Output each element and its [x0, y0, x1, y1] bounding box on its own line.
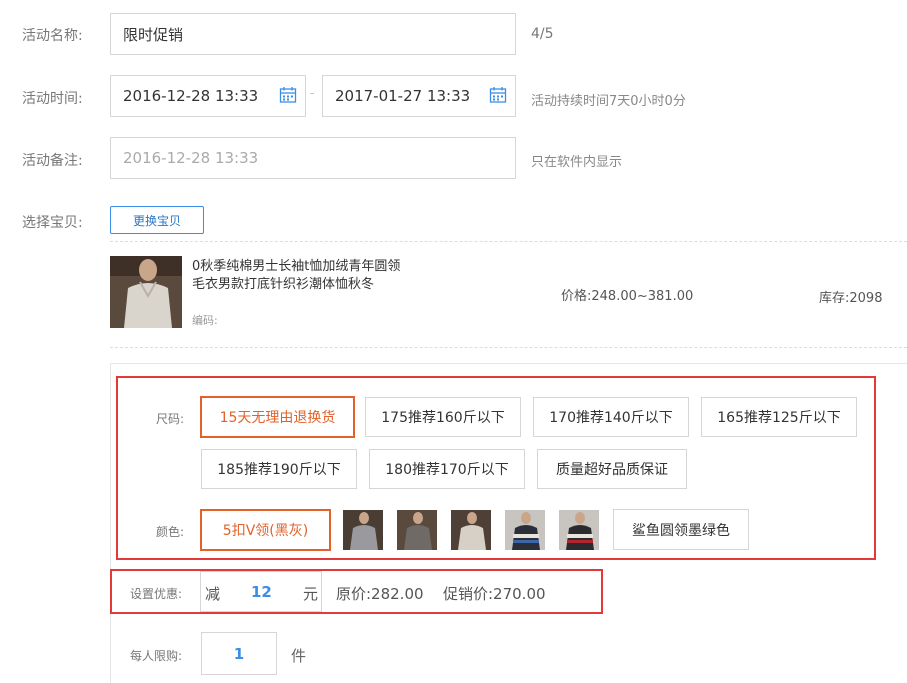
discount-label: 设置优惠: [130, 587, 183, 601]
activity-time-label: 活动时间: [22, 91, 83, 107]
activity-note-label: 活动备注: [22, 153, 83, 169]
product-price: 价格:248.00~381.00 [561, 289, 694, 304]
discount-unit: 元 [303, 585, 319, 603]
swatch-image [559, 510, 599, 550]
activity-name-label: 活动名称: [22, 28, 83, 44]
change-item-button[interactable]: 更换宝贝 [110, 206, 204, 234]
start-time-value: 2016-12-28 13:33 [123, 87, 259, 105]
size-label: 尺码: [156, 412, 185, 426]
activity-note-input[interactable]: 2016-12-28 13:33 [110, 137, 516, 179]
original-price: 原价:282.00 [336, 585, 424, 603]
limit-value: 1 [233, 644, 245, 663]
color-option-shark-green[interactable]: 鲨鱼圆领墨绿色 [613, 509, 749, 550]
activity-note-placeholder: 2016-12-28 13:33 [123, 149, 259, 167]
color-swatch-striped-blue[interactable] [505, 510, 545, 550]
activity-name-input[interactable]: 限时促销 [110, 13, 516, 55]
product-title-line1: 0秋季纯棉男士长袖t恤加绒青年圆领 [192, 259, 401, 274]
color-swatch-striped-red[interactable] [559, 510, 599, 550]
color-swatch-dark-grey-sweater[interactable] [397, 510, 437, 550]
discount-amount: 12 [251, 583, 272, 601]
calendar-icon[interactable] [279, 86, 297, 104]
color-swatch-grey-sweater[interactable] [343, 510, 383, 550]
product-image-sweater [110, 256, 182, 328]
divider [110, 347, 907, 348]
activity-name-value: 限时促销 [123, 25, 184, 44]
swatch-image [343, 510, 383, 550]
discount-minus-text: 减 [205, 585, 221, 603]
color-label: 颜色: [156, 525, 185, 539]
swatch-image [505, 510, 545, 550]
swatch-image [451, 510, 491, 550]
choose-item-label: 选择宝贝: [22, 215, 83, 231]
color-option-v-neck-black-grey[interactable]: 5扣V领(黑灰) [200, 509, 331, 551]
calendar-icon[interactable] [489, 86, 507, 104]
promo-price: 促销价:270.00 [443, 585, 546, 603]
start-time-input[interactable]: 2016-12-28 13:33 [110, 75, 306, 117]
product-title-line2: 毛衣男款打底针织衫潮体恤秋冬 [192, 277, 375, 292]
limit-input[interactable]: 1 [201, 632, 277, 675]
size-option-quality[interactable]: 质量超好品质保证 [537, 449, 687, 489]
swatch-image [397, 510, 437, 550]
color-swatch-light-sweater[interactable] [451, 510, 491, 550]
product-title[interactable]: 0秋季纯棉男士长袖t恤加绒青年圆领 毛衣男款打底针织衫潮体恤秋冬 [192, 258, 400, 294]
product-code-label: 编码: [192, 314, 218, 327]
product-stock: 库存:2098 [819, 291, 883, 306]
name-char-count: 4/5 [531, 26, 554, 42]
divider [110, 241, 907, 242]
limit-label: 每人限购: [130, 649, 183, 663]
size-option-15day-return[interactable]: 15天无理由退换货 [200, 396, 355, 438]
size-option-165[interactable]: 165推荐125斤以下 [701, 397, 857, 437]
discount-input[interactable]: 减 12 元 [200, 571, 322, 612]
size-option-175[interactable]: 175推荐160斤以下 [365, 397, 521, 437]
product-image[interactable] [110, 256, 182, 328]
limit-unit: 件 [291, 647, 307, 665]
size-option-170[interactable]: 170推荐140斤以下 [533, 397, 689, 437]
size-option-185[interactable]: 185推荐190斤以下 [201, 449, 357, 489]
end-time-value: 2017-01-27 13:33 [335, 87, 471, 105]
note-hint: 只在软件内显示 [531, 155, 623, 170]
size-option-180[interactable]: 180推荐170斤以下 [369, 449, 525, 489]
time-separator: - [310, 86, 315, 100]
duration-hint: 活动持续时间7天0小时0分 [531, 94, 686, 109]
end-time-input[interactable]: 2017-01-27 13:33 [322, 75, 516, 117]
